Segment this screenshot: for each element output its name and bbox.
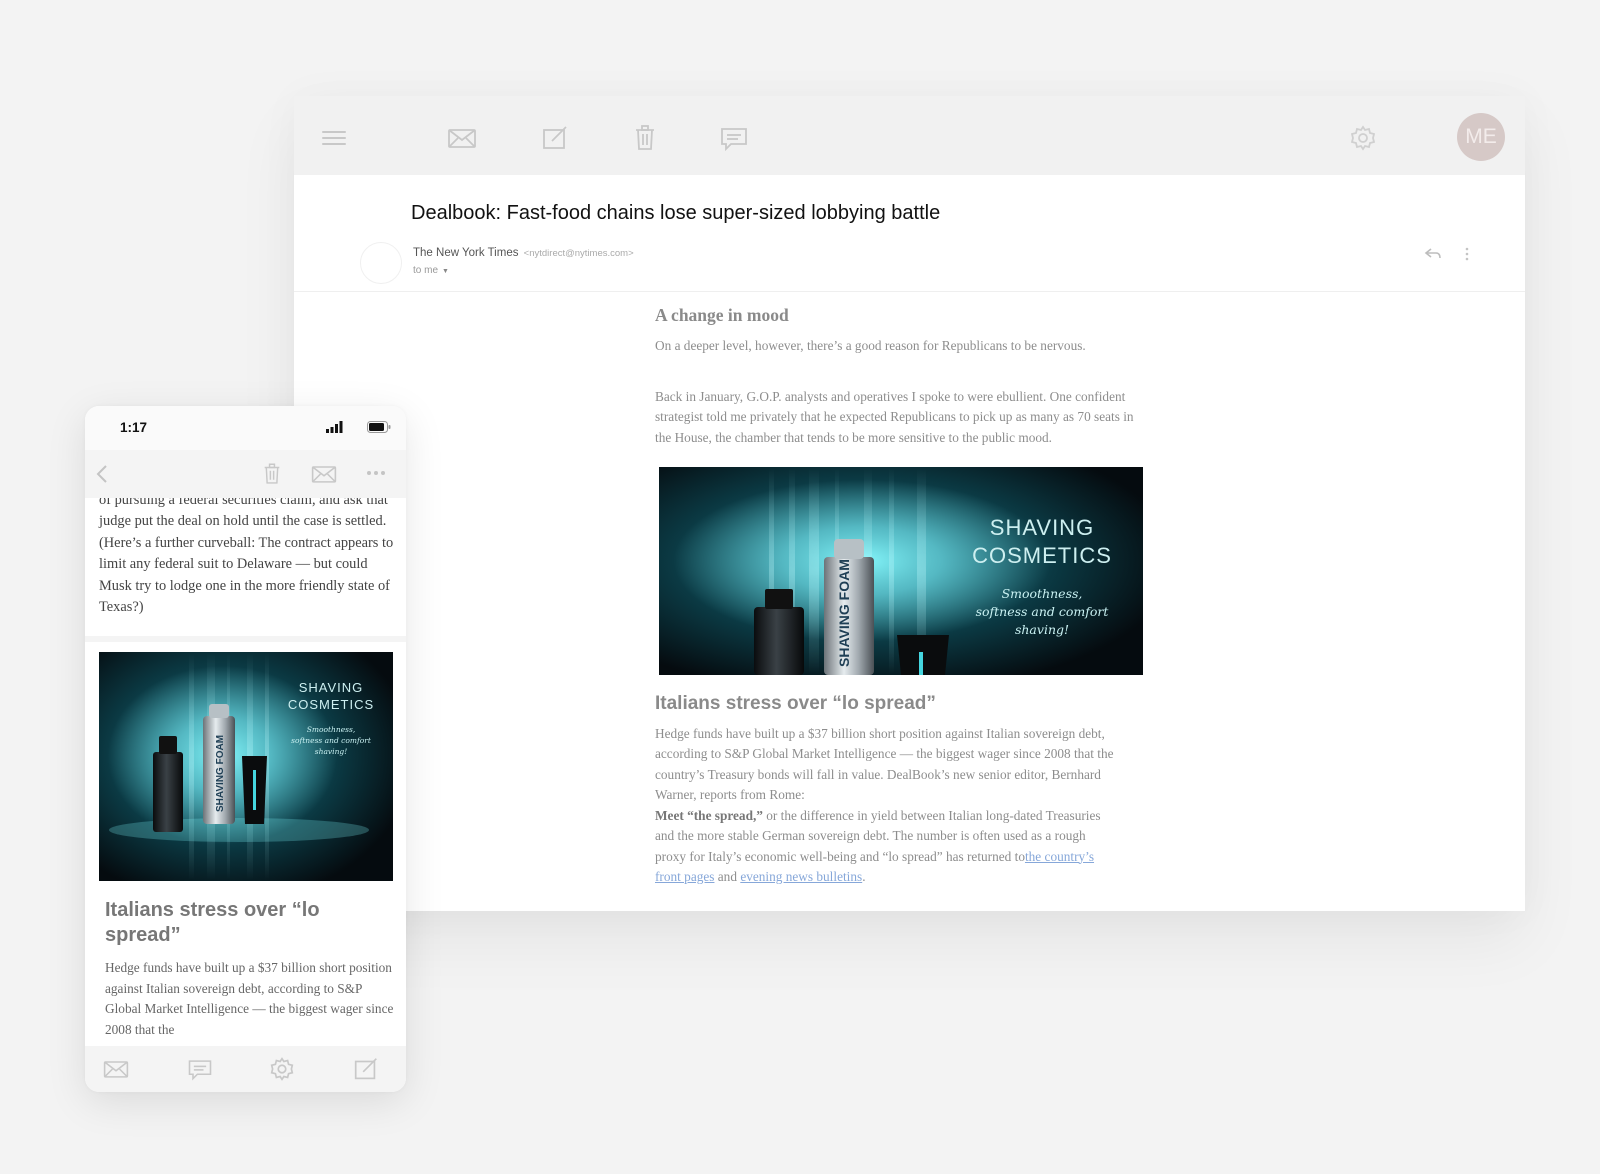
recipient-label: to me [413, 265, 439, 276]
menu-icon[interactable] [318, 122, 350, 154]
back-icon[interactable] [95, 464, 109, 484]
promo-tagline1: Smoothness, [1002, 586, 1083, 601]
phone-article-heading: Italians stress over “lo spread” [105, 899, 320, 946]
battery-icon [367, 421, 391, 433]
email-subject: Dealbook: Fast-food chains lose super-si… [411, 202, 941, 224]
reply-icon[interactable] [1424, 247, 1442, 261]
promo-image: SHAVING FOAM SHAVING COSMETICS Smoothnes… [659, 467, 1143, 675]
promo-tagline2: softness and comfort [976, 604, 1110, 619]
phone-mail-view: 1:17 of pursuing a federal securities cl… [85, 406, 406, 1092]
trash-icon[interactable] [629, 122, 661, 154]
status-time: 1:17 [120, 420, 148, 435]
compose-icon[interactable] [351, 1054, 381, 1084]
article-paragraph: On a deeper level, however, there’s a go… [655, 338, 1086, 353]
mail-icon[interactable] [446, 122, 478, 154]
promo-image: SHAVING FOAM SHAVING COSMETICS Smoothnes… [99, 652, 393, 881]
desktop-mail-window: ME Dealbook: Fast-food chains lose super… [294, 96, 1525, 911]
chat-icon[interactable] [718, 122, 750, 154]
phone-toolbar [85, 450, 406, 498]
status-bar: 1:17 [85, 406, 406, 450]
gear-icon[interactable] [267, 1054, 297, 1084]
article-bold-phrase: Meet “the spread,” [655, 808, 763, 823]
promo-title-line1: SHAVING [990, 515, 1094, 540]
phone-tab-bar [85, 1046, 406, 1092]
trash-icon[interactable] [259, 460, 285, 488]
promo-title-line2: COSMETICS [972, 543, 1112, 568]
recipient-dropdown[interactable]: to me ▼ [413, 265, 449, 276]
promo-title-line1: SHAVING [299, 680, 364, 695]
user-avatar[interactable]: ME [1457, 113, 1505, 161]
more-icon[interactable] [366, 470, 386, 476]
promo-can-label: SHAVING FOAM [215, 735, 226, 812]
email-header: Dealbook: Fast-food chains lose super-si… [294, 175, 1525, 292]
phone-email-body: of pursuing a federal securities claim, … [85, 498, 406, 1046]
email-sender: The New York Times <nytdirect@nytimes.co… [413, 247, 634, 259]
sender-email: <nytdirect@nytimes.com> [523, 248, 634, 259]
sender-avatar [360, 242, 402, 284]
gear-icon[interactable] [1347, 122, 1379, 154]
promo-tagline2: softness and comfort [291, 736, 372, 745]
promo-tagline3: shaving! [1015, 622, 1069, 637]
sender-name: The New York Times [413, 247, 519, 259]
promo-title-line2: COSMETICS [288, 697, 374, 712]
compose-icon[interactable] [539, 122, 571, 154]
article-heading: A change in mood [655, 305, 789, 325]
chat-icon[interactable] [185, 1055, 215, 1083]
mail-icon[interactable] [101, 1055, 131, 1083]
article-paragraph: Hedge funds have built up a $37 billion … [655, 726, 1114, 802]
article-paragraph: Back in January, G.O.P. analysts and ope… [655, 389, 1134, 445]
more-vertical-icon[interactable] [1464, 246, 1470, 262]
email-view: Dealbook: Fast-food chains lose super-si… [294, 175, 1525, 911]
article-heading: Italians stress over “lo spread” [655, 693, 936, 714]
promo-can-label: SHAVING FOAM [836, 559, 852, 667]
article-paragraph: Meet “the spread,” or the difference in … [655, 808, 1101, 884]
signal-icon [326, 421, 343, 433]
phone-article-paragraph: Hedge funds have built up a $37 billion … [105, 960, 394, 1037]
phone-article-paragraph: of pursuing a federal securities claim, … [99, 498, 394, 616]
promo-tagline1: Smoothness, [307, 725, 355, 734]
promo-tagline3: shaving! [315, 747, 347, 756]
mail-icon[interactable] [309, 460, 339, 488]
divider [85, 636, 406, 642]
desktop-toolbar: ME [294, 96, 1525, 175]
caret-down-icon: ▼ [442, 268, 449, 275]
link-news-bulletins[interactable]: evening news bulletins [740, 869, 862, 884]
